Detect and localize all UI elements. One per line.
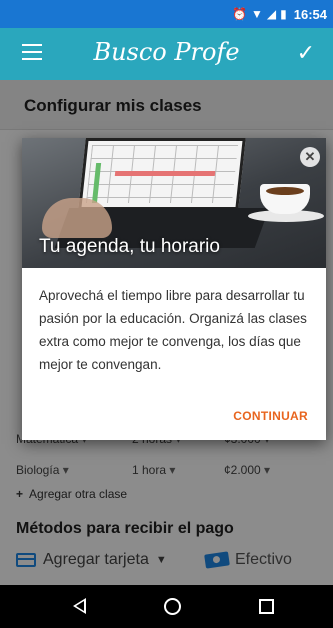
app-toolbar: Busco Profe ✓ [0,28,333,80]
continue-button[interactable]: CONTINUAR [233,409,308,423]
system-nav-bar [0,585,333,628]
coffee-cup [260,184,310,214]
back-icon[interactable] [73,598,86,614]
close-icon[interactable]: ✕ [300,147,320,167]
dialog-title: Tu agenda, tu horario [39,236,220,257]
home-icon[interactable] [164,598,181,615]
wifi-icon: ▼ [251,7,263,21]
battery-icon: ▮ [280,7,287,21]
signal-icon: ◢ [266,7,277,21]
app-brand: Busco Profe [93,38,240,66]
status-bar: ⏰ ▼ ◢ ▮ 16:54 [0,0,333,28]
alarm-icon: ⏰ [232,7,248,21]
laptop-screen [78,138,246,210]
onboarding-dialog: Tu agenda, tu horario ✕ Aprovechá el tie… [22,138,326,440]
dialog-body: Aprovechá el tiempo libre para desarroll… [39,288,307,372]
recents-icon[interactable] [259,599,274,614]
hero-image: Tu agenda, tu horario ✕ [22,138,326,268]
check-icon[interactable]: ✓ [297,40,315,66]
status-time: 16:54 [293,6,327,22]
